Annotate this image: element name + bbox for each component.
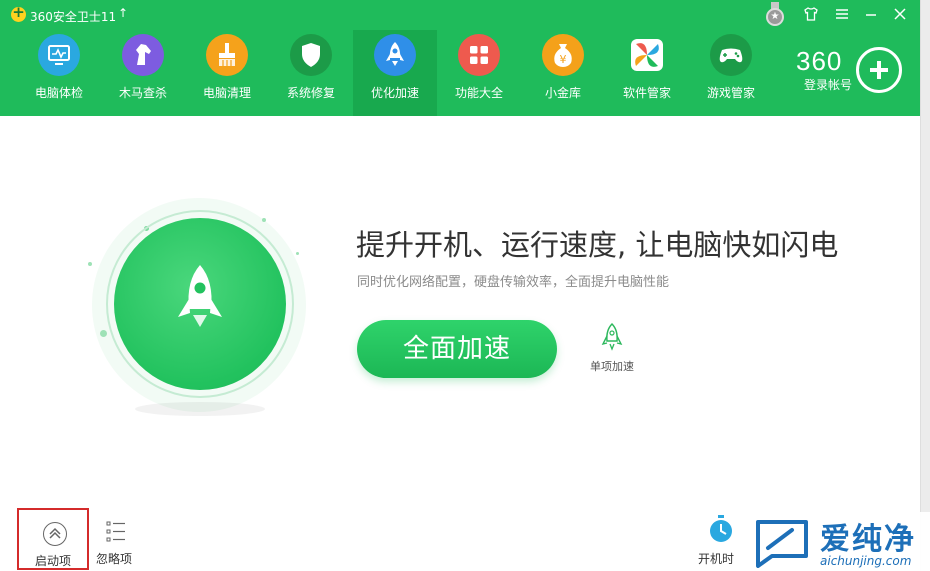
minimize-icon[interactable] (862, 6, 880, 24)
nav-item-trojan-scan[interactable]: 木马查杀 (101, 30, 185, 116)
hero-shadow (135, 402, 265, 416)
ignored-items-button[interactable]: 忽略项 (93, 514, 135, 568)
app-title: 360安全卫士11 (30, 10, 117, 24)
decor-dot (262, 218, 266, 222)
nav-label: 游戏管家 (706, 86, 755, 100)
page-headline: 提升开机、运行速度, 让电脑快如闪电 (356, 228, 839, 262)
title-bar: 360安全卫士11 ↑ ★ (0, 0, 920, 30)
single-speedup-label: 单项加速 (590, 360, 634, 373)
add-plus-button[interactable] (856, 47, 902, 93)
full-speedup-button[interactable]: 全面加速 (357, 320, 557, 378)
nav-label: 电脑体检 (34, 86, 83, 100)
broom-icon (206, 34, 248, 76)
nav-label: 系统修复 (286, 86, 335, 100)
nav-item-software[interactable]: 软件管家 (605, 30, 689, 116)
shirt-icon[interactable] (802, 6, 820, 24)
nav-label: 小金库 (544, 86, 581, 100)
stopwatch-icon (710, 515, 732, 542)
watermark-url: aichunjing.com (820, 554, 912, 568)
horse-icon (122, 34, 164, 76)
decor-dot (100, 330, 107, 337)
nav-item-speedup[interactable]: 优化加速 (353, 30, 437, 116)
gamepad-icon (710, 34, 752, 76)
nav-item-games[interactable]: 游戏管家 (689, 30, 773, 116)
shield-icon (290, 34, 332, 76)
nav-item-checkup[interactable]: 电脑体检 (17, 30, 101, 116)
grid-icon (458, 34, 500, 76)
nav-item-vault[interactable]: ¥ 小金库 (521, 30, 605, 116)
top-header: 360安全卫士11 ↑ ★ 电脑体检 (0, 0, 920, 116)
monitor-icon (38, 34, 80, 76)
hero-speedup-button[interactable] (114, 218, 286, 390)
pinwheel-icon (626, 34, 668, 76)
watermark-logo-icon (756, 520, 808, 568)
startup-items-button[interactable]: 启动项 (17, 508, 89, 570)
ignored-items-label: 忽略项 (95, 552, 132, 566)
login-link[interactable]: 登录帐号 (804, 76, 860, 93)
nav-item-cleanup[interactable]: 电脑清理 (185, 30, 269, 116)
chevron-up-icon (43, 522, 67, 546)
nav-label: 软件管家 (622, 86, 671, 100)
rocket-icon (601, 322, 623, 351)
single-speedup-button[interactable]: 单项加速 (582, 322, 642, 374)
nav-item-features[interactable]: 功能大全 (437, 30, 521, 116)
rocket-icon (178, 265, 222, 327)
brand-logo: 360 (796, 46, 843, 76)
nav-item-repair[interactable]: 系统修复 (269, 30, 353, 116)
rocket-icon (374, 34, 416, 76)
list-icon (106, 521, 125, 542)
scrollbar[interactable] (920, 0, 930, 571)
watermark: 爱纯净 aichunjing.com (742, 512, 930, 571)
main-nav: 电脑体检 木马查杀 电脑清理 系统修复 优化加速 功能大全 ¥ 小金库 软件管家… (0, 30, 790, 116)
account-area[interactable]: 360 登录帐号 (796, 48, 860, 93)
nav-label: 优化加速 (370, 86, 419, 100)
360-logo-icon (11, 3, 26, 22)
decor-dot (296, 252, 299, 255)
page-subtitle: 同时优化网络配置，硬盘传输效率，全面提升电脑性能 (357, 275, 670, 290)
menu-icon[interactable] (833, 6, 851, 24)
nav-label: 电脑清理 (202, 86, 251, 100)
boot-time-label: 开机时 (698, 552, 735, 566)
startup-items-label: 启动项 (34, 554, 71, 568)
close-icon[interactable] (891, 6, 909, 24)
money-bag-icon: ¥ (542, 34, 584, 76)
decor-dot (88, 262, 92, 266)
svg-text:¥: ¥ (560, 53, 567, 66)
nav-label: 功能大全 (454, 86, 503, 100)
nav-label: 木马查杀 (118, 86, 167, 100)
watermark-title: 爱纯净 (820, 522, 916, 557)
upgrade-arrow-icon[interactable]: ↑ (118, 6, 128, 20)
medal-icon[interactable]: ★ (766, 2, 784, 26)
